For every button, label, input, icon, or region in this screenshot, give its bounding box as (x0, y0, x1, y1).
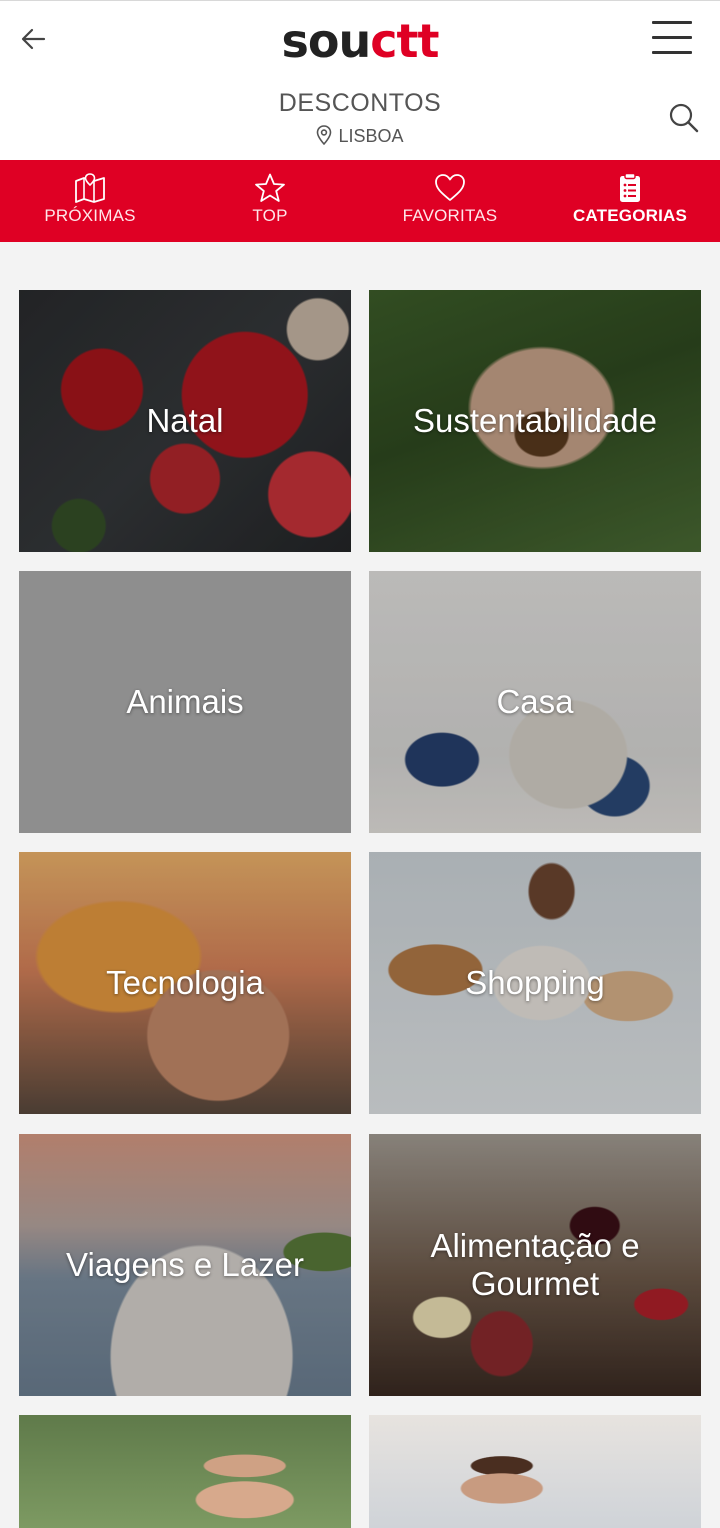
menu-bar (652, 21, 692, 24)
souctt-logo[interactable]: souctt (0, 11, 720, 71)
map-icon (75, 173, 105, 203)
category-label: Tecnologia (106, 964, 264, 1001)
logo-text-sou: sou (281, 14, 372, 68)
category-tab-bar: PRÓXIMAS TOP FAVORITAS CATEGORIAS (0, 160, 720, 242)
category-card-casa[interactable]: Casa (369, 571, 701, 833)
tab-label: TOP (252, 206, 288, 225)
heart-icon (435, 174, 465, 201)
tab-label: FAVORITAS (402, 206, 498, 225)
category-card-viagens-e-lazer[interactable]: Viagens e Lazer (19, 1134, 351, 1396)
location-label: LISBOA (338, 126, 404, 146)
category-card-partial[interactable] (19, 1415, 351, 1528)
category-label: Sustentabilidade (412, 402, 658, 439)
categories-grid: Natal Sustentabilidade Animais Casa Tecn… (0, 242, 720, 1528)
app-header: souctt DESCONTOS LISBOA (0, 0, 720, 160)
tab-top[interactable]: TOP (180, 160, 360, 242)
category-label: Natal (146, 402, 224, 439)
menu-bar (652, 36, 692, 39)
category-card-partial[interactable] (369, 1415, 701, 1528)
page-title: DESCONTOS (278, 89, 442, 117)
tab-label: PRÓXIMAS (44, 206, 136, 225)
location-selector[interactable]: LISBOA (0, 125, 720, 147)
category-card-sustentabilidade[interactable]: Sustentabilidade (369, 290, 701, 552)
tab-label: CATEGORIAS (572, 206, 688, 225)
category-label: Shopping (465, 964, 605, 1001)
search-icon (669, 103, 699, 133)
tab-proximas[interactable]: PRÓXIMAS (0, 160, 180, 242)
logo-text-ctt: ctt (370, 14, 439, 68)
category-label: Viagens e Lazer (66, 1246, 304, 1283)
location-pin-icon (317, 125, 332, 146)
tab-categorias[interactable]: CATEGORIAS (540, 160, 720, 242)
star-icon (255, 173, 285, 202)
category-card-shopping[interactable]: Shopping (369, 852, 701, 1114)
category-label: Animais (126, 683, 244, 720)
clipboard-list-icon (620, 172, 640, 202)
hamburger-menu-button[interactable] (652, 21, 694, 57)
category-label: Casa (496, 683, 574, 720)
category-card-alimentacao-e-gourmet[interactable]: Alimentação e Gourmet (369, 1134, 701, 1396)
category-card-animais[interactable]: Animais (19, 571, 351, 833)
category-label: Alimentação e Gourmet (430, 1227, 640, 1302)
category-card-natal[interactable]: Natal (19, 290, 351, 552)
search-button[interactable] (668, 101, 700, 135)
menu-bar (652, 51, 692, 54)
category-card-tecnologia[interactable]: Tecnologia (19, 852, 351, 1114)
tab-favoritas[interactable]: FAVORITAS (360, 160, 540, 242)
